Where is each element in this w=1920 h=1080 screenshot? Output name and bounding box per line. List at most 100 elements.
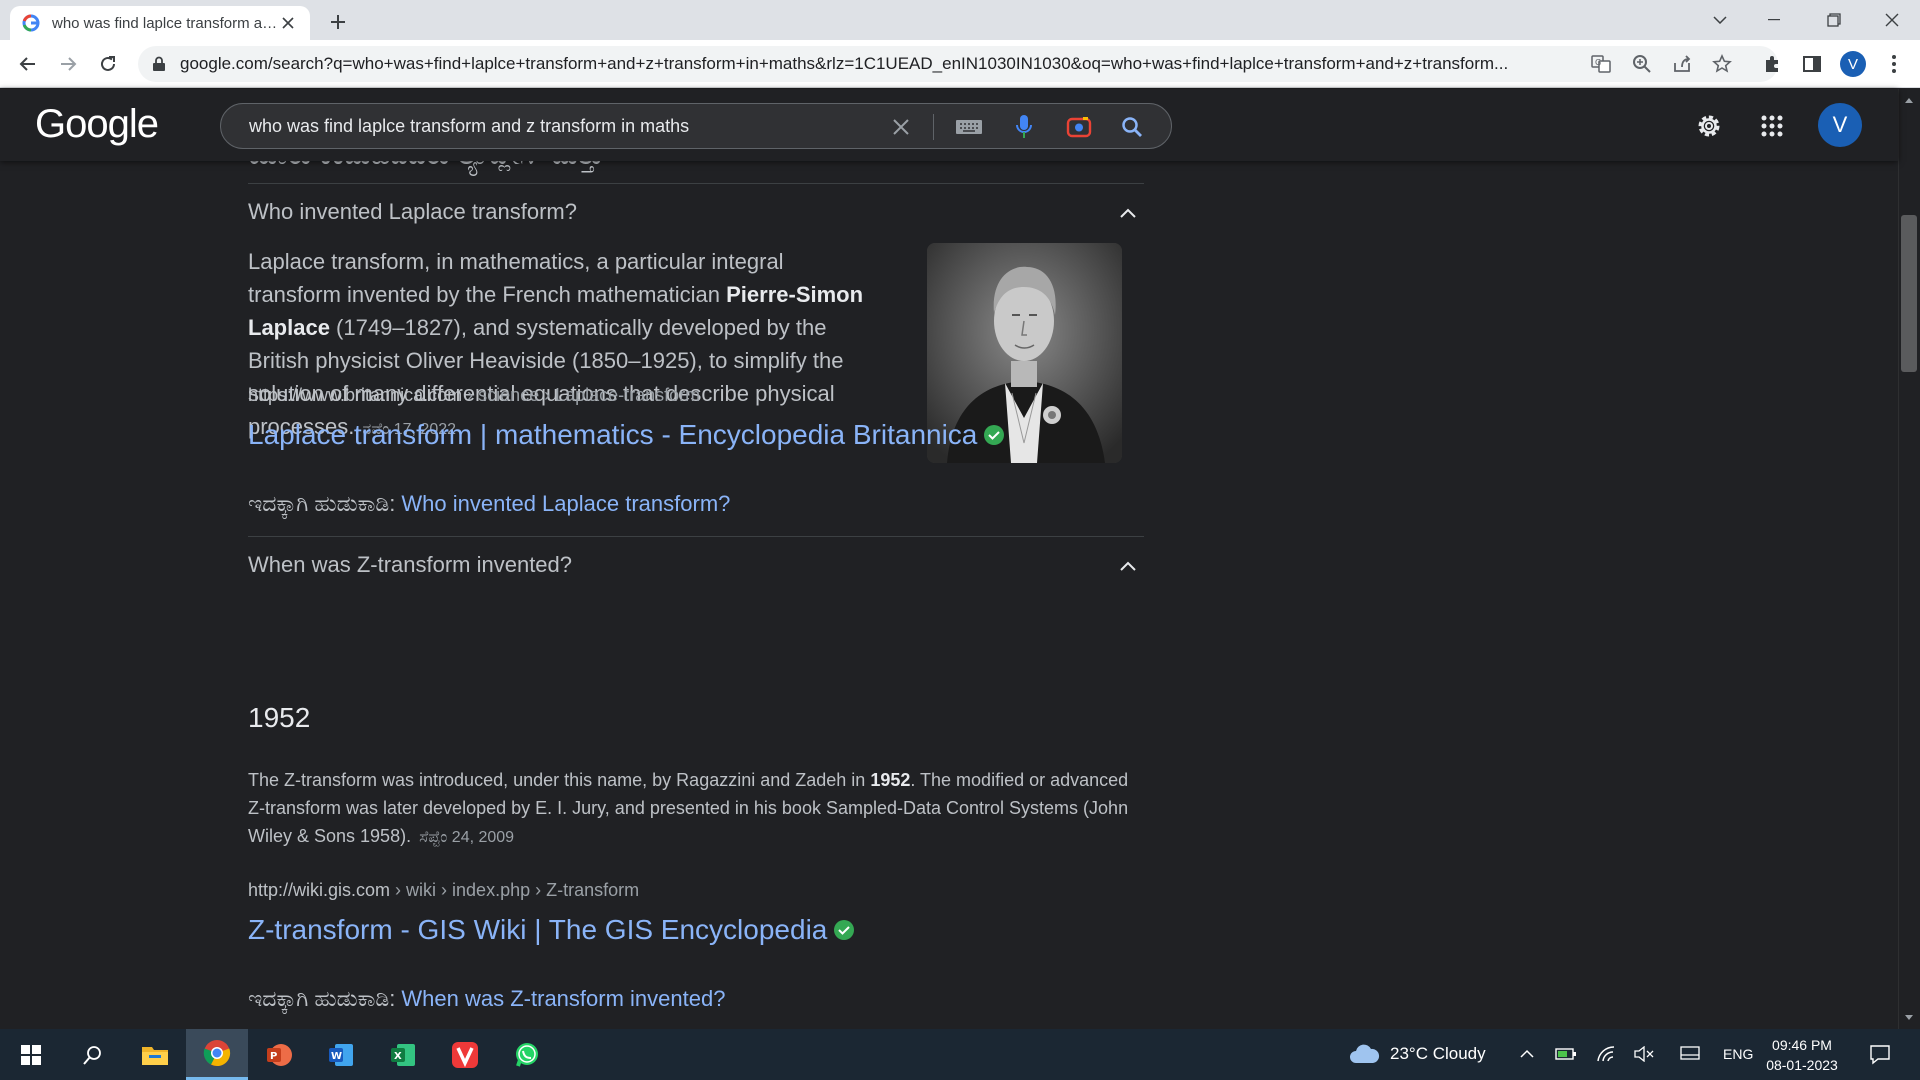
clock-date: 08-01-2023 — [1766, 1057, 1838, 1073]
minimize-icon[interactable] — [1746, 0, 1802, 40]
extensions-icon[interactable] — [1756, 48, 1788, 80]
close-window-icon[interactable] — [1864, 0, 1920, 40]
clock-time: 09:46 PM — [1772, 1037, 1832, 1053]
search-input[interactable]: who was find laplce transform and z tran… — [249, 116, 689, 137]
svg-text:G: G — [1595, 58, 1601, 67]
back-icon[interactable] — [12, 48, 44, 80]
search-icon[interactable] — [62, 1029, 124, 1080]
gis-wiki-cite: http://wiki.gis.com › wiki › index.php ›… — [248, 880, 639, 901]
result-link-text[interactable]: Laplace transform | mathematics - Encycl… — [248, 419, 977, 451]
translate-icon[interactable]: G — [1585, 48, 1617, 80]
clock[interactable]: 09:46 PM 08-01-2023 — [1762, 1035, 1842, 1075]
browser-tab[interactable]: who was find laplce transform and z tran… — [10, 6, 310, 40]
whatsapp-icon[interactable] — [496, 1029, 558, 1080]
weather-text[interactable]: 23°C Cloudy — [1390, 1044, 1486, 1064]
chrome-icon[interactable] — [186, 1029, 248, 1080]
wifi-icon[interactable] — [1594, 1042, 1618, 1066]
browser-toolbar: google.com/search?q=who+was+find+laplce+… — [0, 40, 1920, 88]
search-box[interactable]: who was find laplce transform and z tran… — [220, 103, 1172, 149]
z-transform-snippet: The Z-transform was introduced, under th… — [248, 766, 1148, 852]
question-z-transform[interactable]: When was Z-transform invented? — [248, 552, 572, 578]
chevron-up-icon[interactable] — [1114, 552, 1142, 580]
lock-icon[interactable] — [152, 56, 168, 72]
cite-path: › science › Laplace-transform — [462, 385, 701, 405]
account-avatar[interactable]: V — [1818, 103, 1862, 147]
powerpoint-icon[interactable]: P — [248, 1029, 310, 1080]
zoom-icon[interactable] — [1626, 48, 1658, 80]
search-for-label: ಇದಕ್ಕಾಗಿ ಹುಡುಕಾಡಿ: — [248, 986, 402, 1011]
tab-search-chevron-icon[interactable] — [1692, 0, 1748, 40]
verified-check-icon — [834, 920, 855, 940]
clear-search-icon[interactable] — [885, 111, 917, 143]
svg-text:W: W — [331, 1051, 342, 1062]
microphone-icon[interactable] — [1008, 111, 1040, 143]
scroll-up-arrow-icon[interactable] — [1903, 94, 1915, 106]
cite-domain: http://wiki.gis.com — [248, 880, 391, 900]
clipped-heading: ಯಾರು ಕಂಡುಹಿಡಿದರು ಲ್ಯಾಪ್ಲೇಸ್ ಮತ್ತು — [248, 161, 604, 172]
volume-muted-icon[interactable] — [1632, 1042, 1656, 1066]
google-logo[interactable]: Google — [35, 102, 159, 147]
divider — [248, 536, 1144, 537]
gis-wiki-link[interactable]: Z-transform - GIS Wiki | The GIS Encyclo… — [248, 914, 855, 946]
google-header: Google who was find laplce transform and… — [0, 89, 1898, 161]
restore-icon[interactable] — [1806, 0, 1862, 40]
svg-text:X: X — [394, 1051, 402, 1062]
answer-text: Laplace transform, in mathematics, a par… — [248, 249, 784, 307]
snippet-text: The Z-transform was introduced, under th… — [248, 770, 871, 790]
reload-icon[interactable] — [92, 48, 124, 80]
settings-gear-icon[interactable] — [1689, 106, 1729, 146]
new-tab-icon[interactable] — [324, 8, 352, 36]
search-icon[interactable] — [1116, 111, 1148, 143]
file-explorer-icon[interactable] — [124, 1029, 186, 1080]
share-icon[interactable] — [1666, 48, 1698, 80]
svg-text:P: P — [270, 1051, 277, 1062]
verified-check-icon — [984, 425, 1005, 445]
windows-start-icon[interactable] — [0, 1029, 62, 1080]
tab-strip: who was find laplce transform and z tran… — [0, 0, 1920, 40]
language-indicator[interactable]: ENG — [1723, 1046, 1753, 1062]
word-icon[interactable]: W — [310, 1029, 372, 1080]
forward-icon[interactable] — [52, 48, 84, 80]
cite-path: › wiki › index.php › Z-transform — [390, 880, 640, 900]
battery-icon[interactable] — [1554, 1042, 1578, 1066]
profile-avatar[interactable]: V — [1837, 48, 1869, 80]
show-hidden-icons-chevron[interactable] — [1515, 1042, 1539, 1066]
search-for-z-transform: ಇದಕ್ಕಾಗಿ ಹುಡುಕಾಡಿ: When was Z-transform … — [248, 986, 725, 1012]
url-text: google.com/search?q=who+was+find+laplce+… — [180, 54, 1509, 73]
search-for-laplace: ಇದಕ್ಕಾಗಿ ಹುಡುಕಾಡಿ: Who invented Laplace … — [248, 491, 730, 517]
search-divider — [933, 114, 934, 140]
search-for-link[interactable]: When was Z-transform invented? — [401, 986, 725, 1011]
chevron-up-icon[interactable] — [1114, 199, 1142, 227]
camera-lens-icon[interactable] — [1063, 111, 1095, 143]
search-for-label: ಇದಕ್ಕಾಗಿ ಹುಡುಕಾಡಿ: — [248, 491, 402, 516]
notifications-icon[interactable] — [1868, 1042, 1892, 1066]
side-panel-icon[interactable] — [1796, 48, 1828, 80]
result-link-text[interactable]: Z-transform - GIS Wiki | The GIS Encyclo… — [248, 914, 827, 946]
keyboard-icon[interactable] — [953, 111, 985, 143]
chrome-menu-icon[interactable] — [1878, 48, 1910, 80]
scroll-down-arrow-icon[interactable] — [1903, 1012, 1915, 1024]
google-apps-grid-icon[interactable] — [1752, 106, 1792, 146]
vivaldi-icon[interactable] — [434, 1029, 496, 1080]
tab-title: who was find laplce transform and z tran… — [52, 14, 278, 32]
question-laplace[interactable]: Who invented Laplace transform? — [248, 199, 577, 225]
snippet-date: ಸೆಪ್ಟೆಂ 24, 2009 — [419, 829, 515, 846]
google-g-icon — [22, 14, 40, 32]
cloud-weather-icon[interactable] — [1348, 1042, 1380, 1066]
z-transform-short-answer: 1952 — [248, 702, 311, 733]
cite-domain: https://www.britannica.com — [248, 385, 463, 405]
laplace-answer: Laplace transform, in mathematics, a par… — [248, 245, 878, 446]
divider — [248, 183, 1144, 184]
address-bar[interactable]: google.com/search?q=who+was+find+laplce+… — [138, 46, 1778, 82]
bookmark-star-icon[interactable] — [1706, 48, 1738, 80]
search-for-link[interactable]: Who invented Laplace transform? — [401, 491, 730, 516]
snippet-bold: 1952 — [870, 770, 911, 790]
scroll-thumb[interactable] — [1901, 215, 1917, 372]
excel-icon[interactable]: X — [372, 1029, 434, 1080]
close-tab-icon[interactable] — [278, 13, 298, 33]
display-icon[interactable] — [1678, 1042, 1702, 1066]
windows-taskbar: P W X 23°C Cloudy ENG 09:46 PM 08-01-202… — [0, 1029, 1920, 1080]
search-results: ಯಾರು ಕಂಡುಹಿಡಿದರು ಲ್ಯಾಪ್ಲೇಸ್ ಮತ್ತು Who in… — [0, 161, 1898, 1029]
britannica-cite: https://www.britannica.com › science › L… — [248, 385, 700, 406]
britannica-link[interactable]: Laplace transform | mathematics - Encycl… — [248, 419, 1005, 451]
